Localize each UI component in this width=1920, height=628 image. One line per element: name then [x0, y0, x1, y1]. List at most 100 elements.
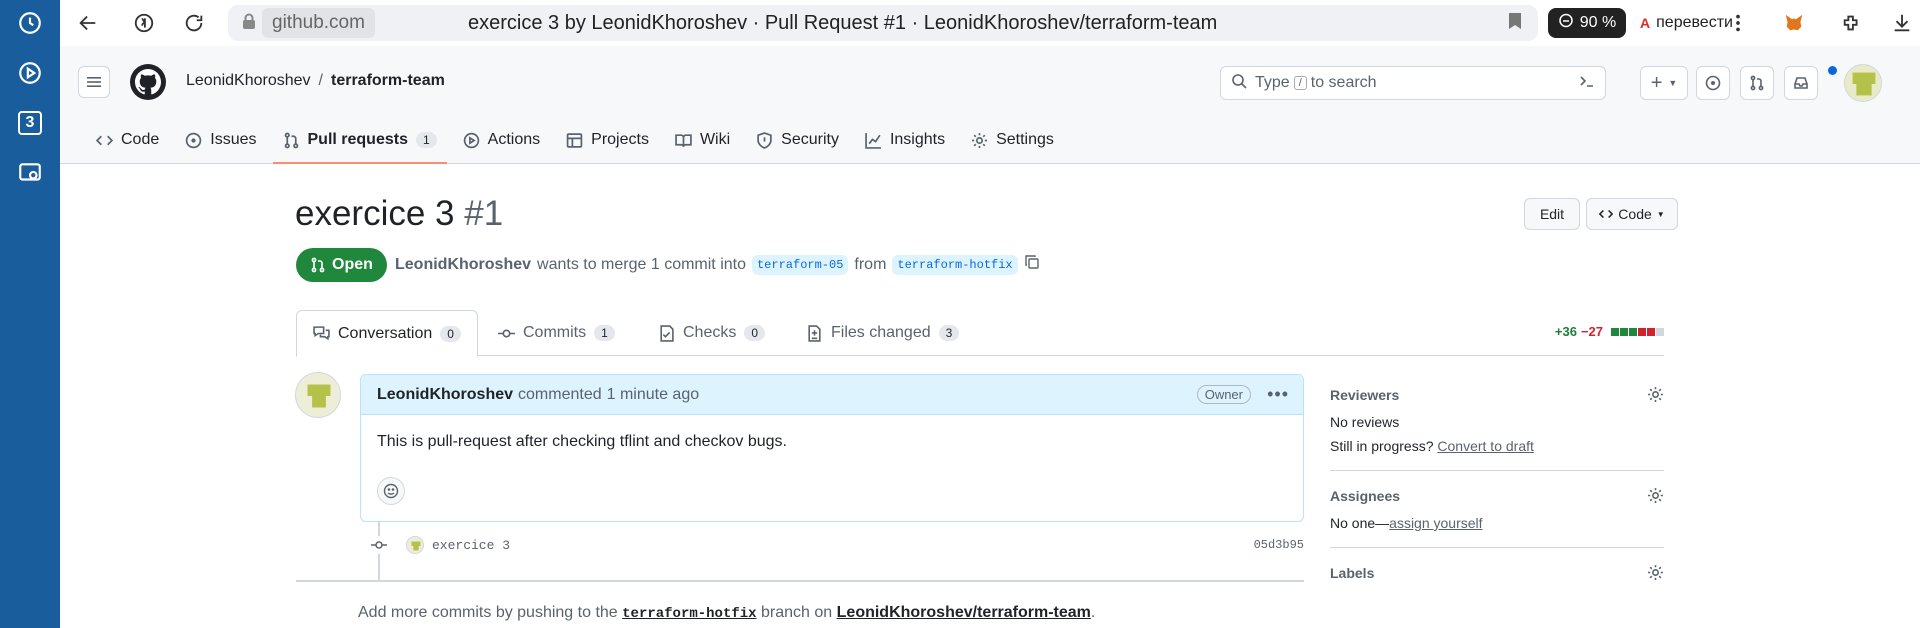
- hint-prefix: Add more commits by pushing to the: [358, 604, 618, 621]
- hint-middle: branch on: [761, 604, 833, 621]
- tab-pull-requests[interactable]: Pull requests 1: [272, 116, 447, 164]
- search-input[interactable]: Type / to search: [1220, 66, 1606, 100]
- tab-commits[interactable]: Commits 1: [482, 310, 631, 356]
- user-avatar[interactable]: [1844, 64, 1882, 102]
- tab-files-changed-label: Files changed: [831, 324, 931, 341]
- assign-yourself-link[interactable]: assign yourself: [1389, 515, 1482, 531]
- zoom-badge[interactable]: 90 %: [1548, 8, 1626, 38]
- pull-requests-button[interactable]: [1740, 66, 1774, 100]
- git-pull-request-icon: [311, 257, 325, 273]
- tab-projects[interactable]: Projects: [556, 116, 659, 164]
- edit-button[interactable]: Edit: [1524, 198, 1580, 230]
- tab-actions[interactable]: Actions: [453, 116, 550, 164]
- search-shortcut-key: /: [1293, 76, 1307, 90]
- inbox-button[interactable]: [1784, 66, 1818, 100]
- reviewers-gear-icon[interactable]: [1647, 386, 1664, 408]
- tab-counter-button[interactable]: 3: [15, 108, 45, 138]
- git-pull-request-icon: [1750, 75, 1764, 91]
- translate-icon: A: [1640, 15, 1651, 31]
- browser-menu-icon[interactable]: [1720, 5, 1756, 41]
- hint-repo-link[interactable]: LeonidKhoroshev/terraform-team: [837, 604, 1091, 621]
- code-icon: [1599, 209, 1614, 219]
- diff-deletions: −27: [1580, 324, 1603, 339]
- comment-options-icon[interactable]: •••: [1267, 384, 1289, 405]
- commit-message[interactable]: exercice 3: [432, 538, 510, 553]
- video-play-icon[interactable]: [15, 58, 45, 88]
- commit-author-avatar[interactable]: [406, 536, 424, 554]
- pr-description-comment: LeonidKhoroshev commented 1 minute ago O…: [360, 374, 1304, 522]
- pr-sidebar: Reviewers No reviews Still in progress? …: [1330, 384, 1664, 614]
- tab-wiki[interactable]: Wiki: [665, 116, 740, 164]
- pr-author-link[interactable]: LeonidKhoroshev: [395, 256, 531, 274]
- command-palette-icon[interactable]: [1579, 73, 1595, 94]
- issue-icon: [185, 132, 202, 148]
- git-commit-icon: [370, 536, 388, 554]
- chat-bubble-icon: [1558, 13, 1574, 34]
- comment-time[interactable]: 1 minute ago: [607, 386, 700, 404]
- create-new-button[interactable]: + ▼: [1640, 66, 1688, 100]
- commit-sha[interactable]: 05d3b95: [1254, 538, 1304, 552]
- search-suffix: to search: [1310, 74, 1377, 91]
- conversation-count: 0: [440, 325, 461, 342]
- browser-toolbar: github.com exercice 3 by LeonidKhoroshev…: [60, 0, 1920, 46]
- reload-icon[interactable]: [176, 5, 212, 41]
- commits-count: 1: [594, 325, 615, 341]
- back-arrow-icon[interactable]: [70, 5, 106, 41]
- downloads-icon[interactable]: [1884, 5, 1920, 41]
- breadcrumb-owner[interactable]: LeonidKhoroshev: [186, 72, 311, 90]
- code-button-label: Code: [1618, 206, 1652, 222]
- extensions-icon[interactable]: [1834, 5, 1870, 41]
- add-reaction-button[interactable]: [377, 477, 405, 505]
- comment-author-avatar[interactable]: [295, 372, 341, 418]
- tab-insights[interactable]: Insights: [855, 116, 955, 164]
- browser-sidebar: 3: [0, 0, 60, 628]
- code-dropdown-button[interactable]: Code ▼: [1586, 198, 1678, 230]
- breadcrumb-repo[interactable]: terraform-team: [331, 72, 445, 90]
- checklist-icon: [660, 324, 674, 342]
- tab-issues[interactable]: Issues: [175, 116, 266, 164]
- tab-conversation[interactable]: Conversation 0: [296, 310, 478, 357]
- gear-icon: [972, 132, 988, 148]
- head-branch[interactable]: terraform-hotfix: [892, 254, 1018, 275]
- yandex-icon[interactable]: [126, 5, 162, 41]
- diffstat-block-add: [1611, 327, 1619, 336]
- base-branch[interactable]: terraform-05: [751, 254, 849, 275]
- inbox-icon: [1794, 77, 1808, 89]
- repo-nav-tabs: Code Issues Pull requests 1 Actions Proj…: [86, 116, 1064, 164]
- convert-to-draft-link[interactable]: Convert to draft: [1437, 438, 1534, 454]
- address-bar[interactable]: github.com exercice 3 by LeonidKhoroshev…: [228, 5, 1538, 41]
- hamburger-menu-button[interactable]: [78, 66, 110, 98]
- pr-title-text: exercice 3: [295, 194, 455, 233]
- hint-branch[interactable]: terraform-hotfix: [622, 606, 756, 622]
- assignees-section: Assignees No one—assign yourself: [1330, 485, 1664, 548]
- history-icon[interactable]: [15, 8, 45, 38]
- caret-down-icon: ▼: [1668, 78, 1678, 88]
- labels-gear-icon[interactable]: [1647, 564, 1664, 586]
- code-icon: [96, 135, 113, 145]
- copy-icon[interactable]: [1024, 254, 1040, 275]
- github-logo-icon[interactable]: [130, 64, 166, 100]
- comment-header: LeonidKhoroshev commented 1 minute ago O…: [361, 375, 1303, 415]
- breadcrumb-separator: /: [318, 72, 323, 89]
- tab-settings[interactable]: Settings: [961, 116, 1064, 164]
- git-commit-icon: [498, 329, 515, 337]
- comment-author[interactable]: LeonidKhoroshev: [377, 386, 513, 404]
- screenshot-icon[interactable]: [15, 158, 45, 188]
- bookmark-icon[interactable]: [1508, 12, 1522, 35]
- caret-down-icon: ▼: [1656, 209, 1665, 219]
- tab-files-changed[interactable]: Files changed 3: [790, 310, 975, 356]
- assignees-gear-icon[interactable]: [1647, 487, 1664, 509]
- draft-prompt: Still in progress? Convert to draft: [1330, 438, 1664, 454]
- tab-code[interactable]: Code: [86, 116, 169, 164]
- tab-checks[interactable]: Checks 0: [642, 310, 781, 356]
- metamask-fox-icon[interactable]: [1776, 5, 1812, 41]
- comment-discussion-icon: [313, 326, 330, 341]
- issues-button[interactable]: [1696, 66, 1730, 100]
- tab-insights-label: Insights: [889, 131, 946, 148]
- tab-security[interactable]: Security: [746, 116, 849, 164]
- labels-section: Labels: [1330, 562, 1664, 600]
- assignees-title: Assignees: [1330, 488, 1401, 504]
- zoom-value: 90 %: [1579, 14, 1617, 31]
- hint-suffix: .: [1090, 604, 1096, 621]
- comment-action: commented: [518, 385, 602, 403]
